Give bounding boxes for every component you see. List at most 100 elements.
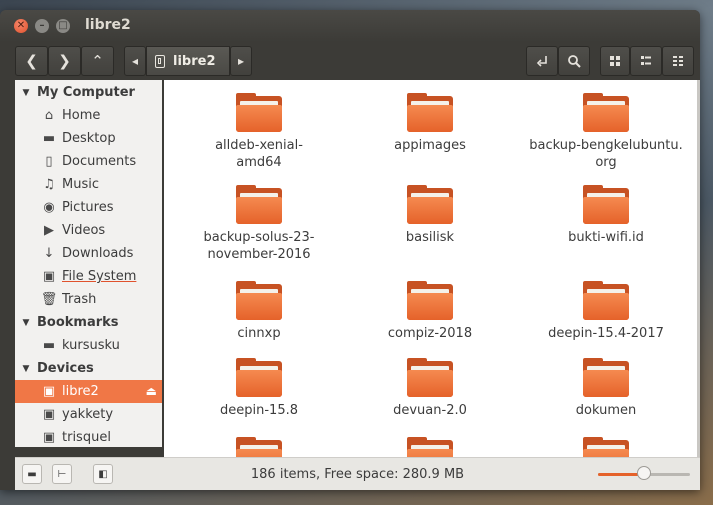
file-item[interactable]: appimages — [345, 93, 515, 154]
caret-left-icon: ◂ — [131, 54, 139, 68]
drive-icon: ▣ — [42, 430, 56, 445]
search-icon — [568, 55, 581, 68]
minimize-window-button[interactable]: – — [35, 19, 49, 33]
file-name: basilisk — [405, 230, 455, 245]
toggle-location-entry-button[interactable] — [526, 46, 558, 76]
file-item[interactable]: devuan-2.0 — [345, 358, 515, 419]
path-segment-current[interactable]: libre2 — [146, 46, 230, 76]
folder-icon — [236, 93, 282, 132]
sidebar-item-music[interactable]: ♫ Music — [15, 173, 162, 196]
folder-icon — [583, 185, 629, 224]
file-item[interactable]: alldeb-xenial-amd64 — [174, 93, 344, 171]
folder-icon — [407, 281, 453, 320]
sidebar-item-desktop[interactable]: ▬ Desktop — [15, 127, 162, 150]
sidebar-item-home[interactable]: ⌂ Home — [15, 104, 162, 127]
expand-triangle-icon: ▼ — [22, 317, 30, 328]
file-item[interactable] — [521, 437, 691, 457]
folder-icon — [407, 358, 453, 397]
back-icon: ❮ — [25, 52, 38, 70]
folder-icon — [583, 281, 629, 320]
sidebar-item-yakkety[interactable]: ▣ yakkety — [15, 403, 162, 426]
drive-icon — [155, 54, 165, 68]
zoom-slider[interactable] — [598, 466, 690, 480]
compact-view-button[interactable] — [662, 46, 694, 76]
toolbar: ❮ ❯ ⌃ ◂ libre2 ▸ — [0, 42, 700, 80]
sidebar-section-bookmarks[interactable]: ▼ Bookmarks — [15, 311, 162, 334]
folder-icon — [236, 437, 282, 457]
file-view[interactable]: alldeb-xenial-amd64 appimages backup-ben… — [164, 80, 700, 457]
folder-icon: ▬ — [42, 131, 56, 146]
camera-icon: ◉ — [43, 200, 55, 215]
path-scroll-right-button[interactable]: ▸ — [230, 46, 252, 76]
forward-icon: ❯ — [58, 52, 71, 70]
file-item[interactable] — [174, 437, 344, 457]
location-entry-icon — [536, 56, 547, 67]
download-icon: ↓ — [43, 246, 55, 261]
drive-icon: ▣ — [42, 407, 56, 422]
folder-icon — [583, 358, 629, 397]
file-name: compiz-2018 — [387, 326, 473, 341]
search-button[interactable] — [558, 46, 590, 76]
folder-icon — [407, 185, 453, 224]
folder-icon — [236, 281, 282, 320]
sidebar-item-videos[interactable]: ▶ Videos — [15, 219, 162, 242]
folder-icon — [407, 437, 453, 457]
up-icon: ⌃ — [91, 52, 104, 70]
expand-triangle-icon: ▼ — [22, 363, 30, 374]
sidebar-item-trisquel[interactable]: ▣ trisquel — [15, 426, 162, 447]
maximize-window-button[interactable]: □ — [56, 19, 70, 33]
file-item[interactable]: bukti-wifi.id — [521, 185, 691, 246]
file-name: appimages — [394, 138, 466, 153]
folder-icon — [407, 93, 453, 132]
file-name: backup-solus-23-november-2016 — [203, 230, 315, 262]
title-bar[interactable]: ✕ – □ libre2 — [0, 10, 700, 42]
up-button[interactable]: ⌃ — [81, 46, 114, 76]
file-item[interactable]: compiz-2018 — [345, 281, 515, 342]
file-item[interactable]: deepin-15.8 — [174, 358, 344, 419]
sidebar-item-documents[interactable]: ▯ Documents — [15, 150, 162, 173]
sidebar-section-my-computer[interactable]: ▼ My Computer — [15, 81, 162, 104]
drive-icon: ▣ — [42, 384, 56, 399]
video-icon: ▶ — [44, 223, 54, 238]
sidebar-item-trash[interactable]: 🗑 Trash — [15, 288, 162, 311]
list-view-button[interactable] — [630, 46, 662, 76]
vertical-scrollbar[interactable] — [697, 80, 700, 457]
file-item[interactable]: backup-bengkelubuntu.org — [521, 93, 691, 171]
file-item[interactable]: backup-solus-23-november-2016 — [174, 185, 344, 263]
close-window-button[interactable]: ✕ — [14, 19, 28, 33]
icon-view-button[interactable] — [600, 46, 630, 76]
file-item[interactable] — [345, 437, 515, 457]
window-title: libre2 — [85, 17, 131, 33]
folder-icon — [236, 185, 282, 224]
sidebar-item-pictures[interactable]: ◉ Pictures — [15, 196, 162, 219]
path-scroll-left-button[interactable]: ◂ — [124, 46, 146, 76]
caret-right-icon: ▸ — [237, 54, 245, 68]
sidebar-item-downloads[interactable]: ↓ Downloads — [15, 242, 162, 265]
file-item[interactable]: cinnxp — [174, 281, 344, 342]
zoom-slider-handle[interactable] — [637, 466, 651, 480]
drive-icon: ▣ — [42, 269, 56, 284]
folder-icon — [236, 358, 282, 397]
music-icon: ♫ — [43, 177, 55, 192]
file-name: alldeb-xenial-amd64 — [215, 138, 303, 170]
sidebar-item-libre2[interactable]: ▣ libre2 ⏏ — [15, 380, 162, 403]
file-item[interactable]: basilisk — [345, 185, 515, 246]
back-button[interactable]: ❮ — [15, 46, 48, 76]
folder-icon — [583, 93, 629, 132]
file-name: devuan-2.0 — [393, 403, 467, 418]
document-icon: ▯ — [45, 154, 53, 169]
file-name: deepin-15.8 — [220, 403, 298, 418]
folder-icon: ▬ — [42, 338, 56, 353]
sidebar: ▼ My Computer ⌂ Home ▬ Desktop ▯ Documents ♫… — [15, 80, 162, 447]
grid-view-icon — [610, 56, 620, 66]
sidebar-item-kursusku[interactable]: ▬ kursusku — [15, 334, 162, 357]
file-item[interactable]: deepin-15.4-2017 — [521, 281, 691, 342]
file-name: dokumen — [575, 403, 637, 418]
sidebar-section-devices[interactable]: ▼ Devices — [15, 357, 162, 380]
forward-button[interactable]: ❯ — [48, 46, 81, 76]
compact-view-icon — [673, 56, 683, 66]
eject-icon[interactable]: ⏏ — [146, 384, 157, 398]
trash-icon: 🗑 — [40, 292, 58, 307]
file-item[interactable]: dokumen — [521, 358, 691, 419]
sidebar-item-file-system[interactable]: ▣ File System — [15, 265, 162, 288]
